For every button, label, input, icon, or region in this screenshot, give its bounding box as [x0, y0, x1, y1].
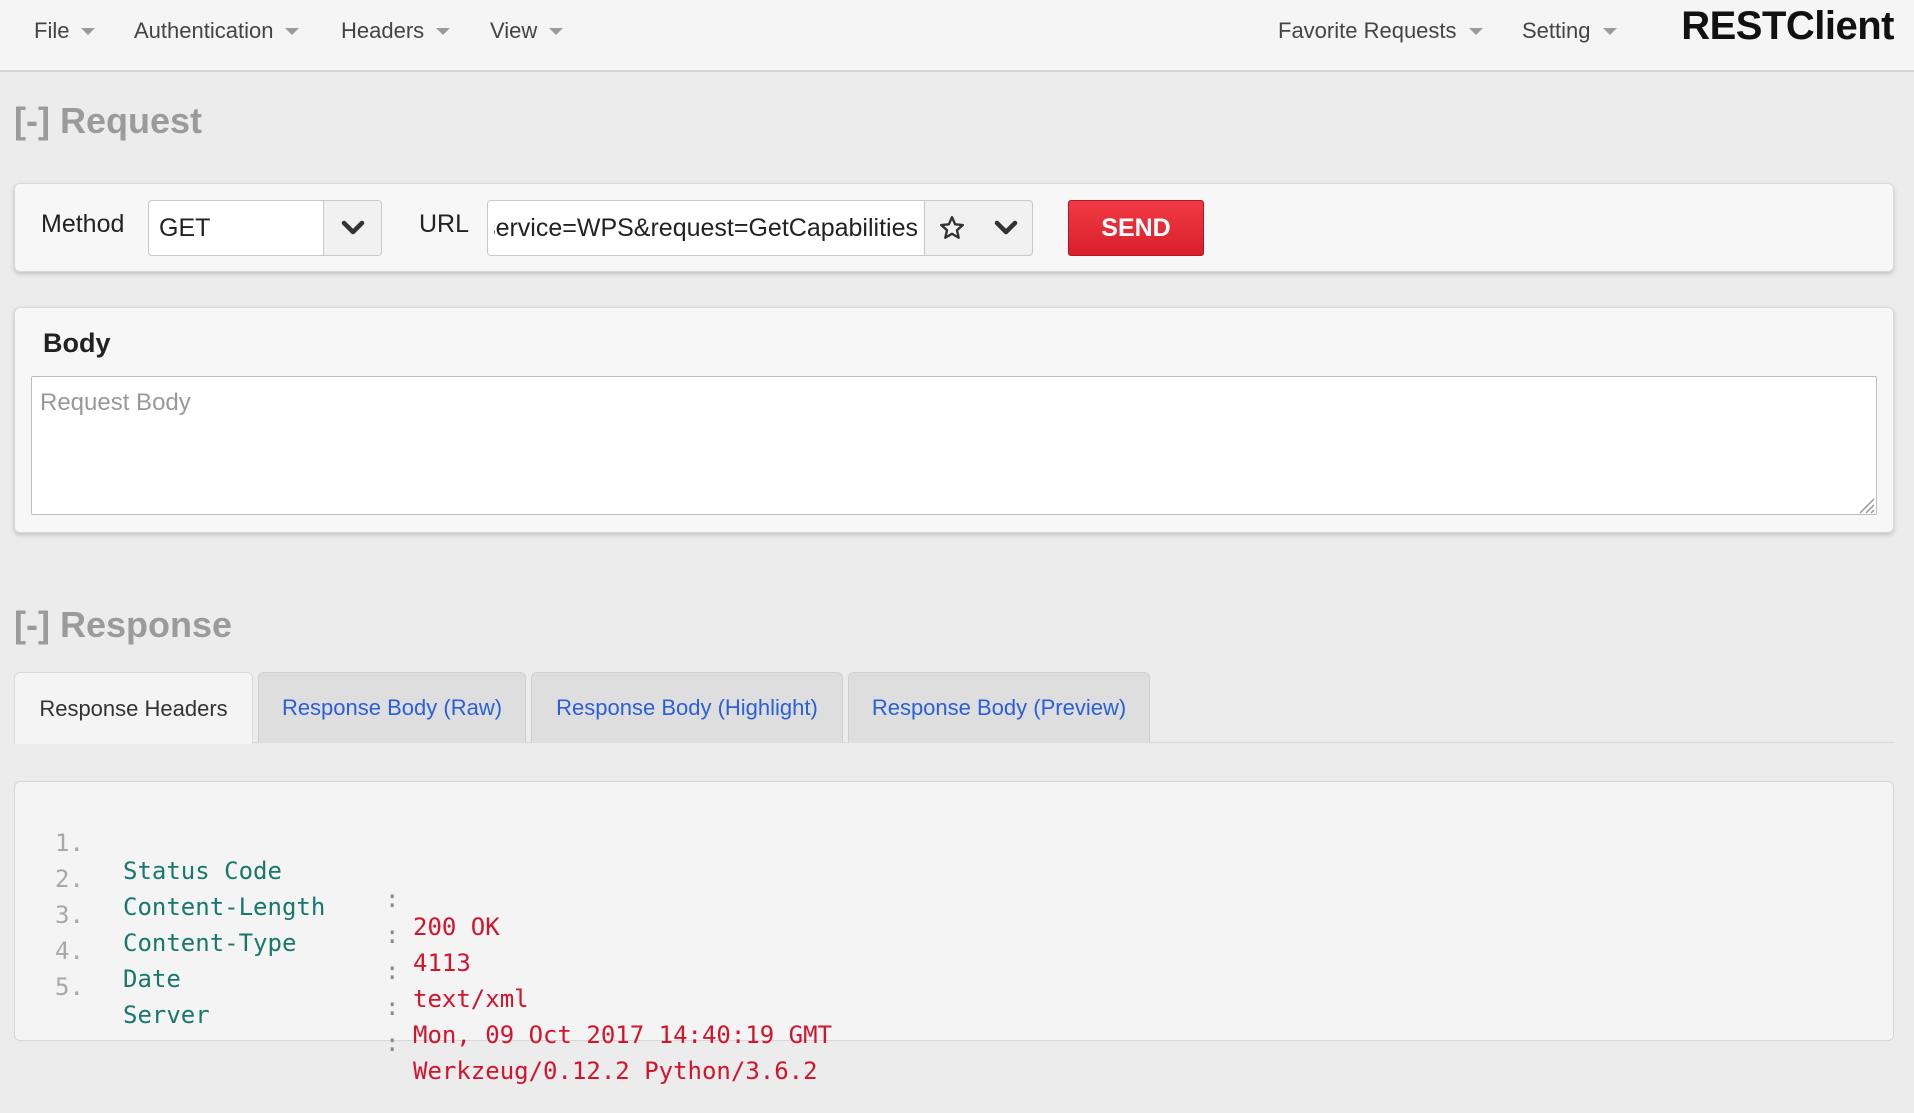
- request-panel: Method GET URL SEND: [14, 183, 1894, 272]
- code-line: 2. Content-Length : 4113: [15, 837, 471, 977]
- header-key: Content-Length: [123, 893, 326, 921]
- body-title: Body: [43, 328, 111, 358]
- star-icon: [939, 215, 965, 239]
- response-headers-panel: 1. Status Code : 200 OK 2. Content-Lengt…: [14, 781, 1894, 1085]
- request-section-title[interactable]: [-] Request: [14, 100, 202, 142]
- send-button[interactable]: SEND: [1068, 200, 1204, 256]
- menu-favorite-requests-label: Favorite Requests: [1278, 18, 1457, 43]
- caret-down-icon: [436, 27, 451, 35]
- resize-grip-icon[interactable]: [1857, 496, 1875, 514]
- header-value: 4113: [413, 949, 471, 977]
- response-section-title[interactable]: [-] Response: [14, 604, 232, 646]
- caret-down-icon: [1602, 27, 1617, 35]
- header-key: Server: [123, 1001, 210, 1029]
- url-history-dropdown[interactable]: [979, 201, 1033, 255]
- header-separator: :: [385, 885, 400, 913]
- method-label: Method: [41, 210, 125, 238]
- caret-down-icon: [81, 27, 96, 35]
- menu-view[interactable]: View: [490, 0, 564, 62]
- tab-response-body-preview[interactable]: Response Body (Preview): [848, 672, 1150, 743]
- menu-setting-label: Setting: [1522, 18, 1591, 43]
- body-panel: Body: [14, 307, 1894, 533]
- url-label: URL: [419, 210, 470, 238]
- request-body-textarea[interactable]: [31, 376, 1877, 515]
- menu-authentication[interactable]: Authentication: [134, 0, 300, 62]
- code-line: 4. Date : Mon, 09 Oct 2017 14:40:19 GMT: [15, 909, 832, 1049]
- menu-headers-label: Headers: [341, 18, 425, 43]
- menu-setting[interactable]: Setting: [1522, 0, 1617, 62]
- header-separator: :: [385, 993, 400, 1021]
- chevron-down-icon: [341, 220, 364, 235]
- url-addon-group: [924, 200, 1033, 256]
- header-value: Werkzeug/0.12.2 Python/3.6.2: [413, 1057, 818, 1085]
- code-line: 5. Server : Werkzeug/0.12.2 Python/3.6.2: [15, 945, 818, 1085]
- code-line: 3. Content-Type : text/xml: [15, 873, 529, 1013]
- header-key: Content-Type: [123, 929, 297, 957]
- menu-file-label: File: [34, 18, 70, 43]
- line-number: 5.: [55, 973, 84, 1001]
- header-separator: :: [385, 921, 400, 949]
- tab-response-body-raw[interactable]: Response Body (Raw): [258, 672, 526, 743]
- chevron-down-icon: [994, 220, 1018, 235]
- top-navbar: File Authentication Headers View Favorit…: [0, 0, 1914, 72]
- tab-response-headers[interactable]: Response Headers: [14, 672, 253, 744]
- menu-favorite-requests[interactable]: Favorite Requests: [1278, 0, 1483, 62]
- favorite-star-button[interactable]: [925, 201, 979, 255]
- menu-file[interactable]: File: [34, 0, 96, 62]
- url-input[interactable]: [487, 200, 925, 256]
- method-dropdown-toggle[interactable]: [323, 201, 381, 255]
- code-line: 1. Status Code : 200 OK: [15, 801, 500, 941]
- method-value: GET: [159, 213, 211, 242]
- header-value: Mon, 09 Oct 2017 14:40:19 GMT: [413, 1021, 833, 1049]
- menu-headers[interactable]: Headers: [341, 0, 451, 62]
- caret-down-icon: [285, 27, 300, 35]
- header-key: Status Code: [123, 857, 282, 885]
- header-separator: :: [385, 1029, 400, 1057]
- header-value: text/xml: [413, 985, 529, 1013]
- app-brand: RESTClient: [1681, 3, 1894, 48]
- header-key: Date: [123, 965, 181, 993]
- method-select[interactable]: GET: [148, 200, 382, 256]
- caret-down-icon: [1468, 27, 1483, 35]
- menu-authentication-label: Authentication: [134, 18, 274, 43]
- header-separator: :: [385, 957, 400, 985]
- caret-down-icon: [549, 27, 564, 35]
- header-value: 200 OK: [413, 913, 500, 941]
- tab-response-body-highlight[interactable]: Response Body (Highlight): [531, 672, 843, 743]
- menu-view-label: View: [490, 18, 538, 43]
